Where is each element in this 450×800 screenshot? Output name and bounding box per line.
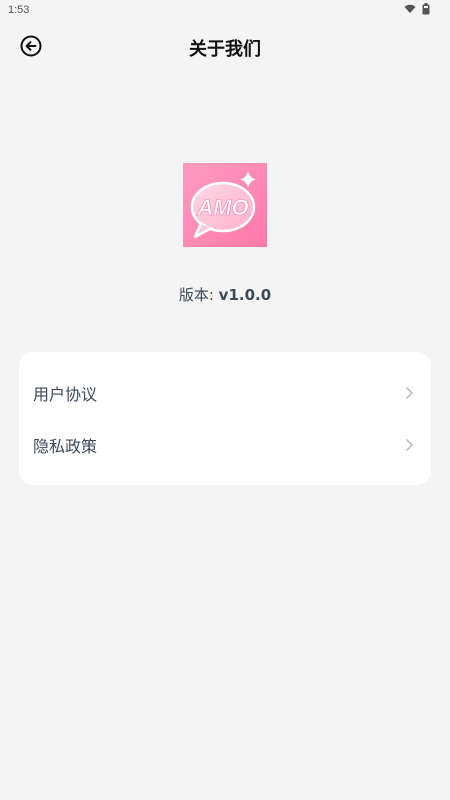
battery-icon — [422, 3, 430, 15]
version-label: 版本: — [178, 286, 214, 304]
status-icons — [404, 3, 430, 15]
header: 关于我们 — [0, 26, 450, 66]
menu-card: 用户协议 隐私政策 — [19, 352, 431, 485]
menu-item-label: 隐私政策 — [33, 437, 98, 456]
status-time: 1:53 — [8, 4, 30, 16]
wifi-icon — [404, 4, 416, 13]
version-text: 版本: v1.0.0 — [0, 284, 450, 305]
page-title: 关于我们 — [189, 39, 261, 60]
app-logo-graphic: AMO — [190, 171, 256, 239]
menu-item-label: 用户协议 — [33, 385, 98, 404]
logo-text: AMO — [196, 195, 248, 220]
version-value: v1.0.0 — [218, 286, 272, 304]
chevron-right-icon — [406, 439, 413, 451]
app-logo: AMO — [183, 163, 267, 247]
menu-item-user-agreement[interactable]: 用户协议 — [19, 368, 431, 418]
menu-item-privacy-policy[interactable]: 隐私政策 — [19, 420, 431, 470]
status-bar: 1:53 — [0, 0, 450, 22]
chevron-right-icon — [406, 387, 413, 399]
